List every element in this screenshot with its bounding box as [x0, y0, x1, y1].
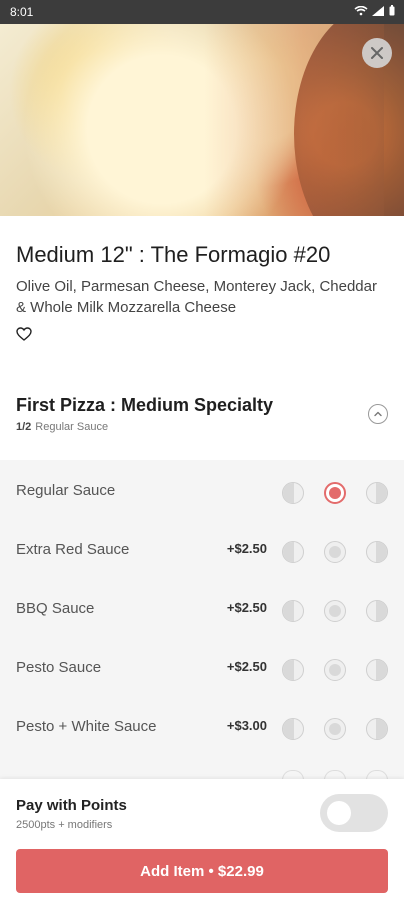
left-half-option[interactable] — [282, 600, 304, 622]
points-toggle[interactable] — [320, 794, 388, 832]
option-row[interactable]: BBQ Sauce +$2.50 — [0, 580, 404, 639]
collapse-button[interactable] — [368, 404, 388, 424]
option-price: +$2.50 — [226, 659, 267, 674]
option-row[interactable]: Pesto Sauce +$2.50 — [0, 639, 404, 698]
points-title: Pay with Points — [16, 797, 127, 814]
right-half-option[interactable] — [366, 659, 388, 681]
right-half-option[interactable] — [366, 541, 388, 563]
option-price: +$2.50 — [226, 541, 267, 556]
item-description: Olive Oil, Parmesan Cheese, Monterey Jac… — [16, 278, 377, 316]
whole-option[interactable] — [324, 541, 346, 563]
modifier-group-selection: Regular Sauce — [35, 421, 109, 433]
battery-icon — [389, 5, 395, 16]
points-subtitle: 2500pts + modifiers — [16, 819, 113, 831]
whole-option-selected[interactable] — [324, 482, 346, 504]
modifier-group-count: 1/2 — [16, 421, 32, 433]
heart-icon[interactable] — [16, 326, 32, 342]
status-icons — [354, 5, 396, 17]
option-row[interactable]: Pesto + White Sauce +$3.00 — [0, 698, 404, 757]
status-time: 8:01 — [10, 5, 34, 19]
whole-option[interactable] — [324, 718, 346, 740]
right-half-option[interactable] — [366, 600, 388, 622]
left-half-option[interactable] — [282, 541, 304, 563]
close-icon — [371, 47, 383, 59]
item-title: Medium 12" : The Formagio #20 — [16, 242, 331, 267]
toggle-knob — [327, 801, 351, 825]
whole-option[interactable] — [324, 600, 346, 622]
right-half-option[interactable] — [366, 482, 388, 504]
signal-icon — [372, 6, 384, 16]
sauce-options: Regular Sauce Extra Red Sauce +$2.50 BBQ… — [0, 460, 404, 785]
option-label: Extra Red Sauce — [16, 541, 130, 558]
left-half-option[interactable] — [282, 718, 304, 740]
option-row[interactable]: Regular Sauce — [0, 462, 404, 521]
left-half-option[interactable] — [282, 659, 304, 681]
modifier-group-header[interactable]: First Pizza : Medium Specialty 1/2 Regula… — [0, 378, 404, 460]
option-row[interactable]: Extra Red Sauce +$2.50 — [0, 521, 404, 580]
modifier-group-subtitle: 1/2 Regular Sauce — [16, 421, 108, 433]
modifier-group-title: First Pizza : Medium Specialty — [16, 395, 274, 415]
option-price: +$2.50 — [226, 600, 267, 615]
status-bar: 8:01 — [0, 0, 404, 24]
close-button[interactable] — [362, 38, 392, 68]
left-half-option[interactable] — [282, 482, 304, 504]
option-label: Regular Sauce — [16, 482, 116, 499]
option-label: BBQ Sauce — [16, 600, 95, 617]
checkout-panel: Pay with Points 2500pts + modifiers Add … — [0, 779, 404, 900]
whole-option[interactable] — [324, 659, 346, 681]
chevron-up-icon — [374, 411, 382, 417]
add-item-button[interactable]: Add Item • $22.99 — [16, 849, 388, 893]
option-price: +$3.00 — [226, 718, 267, 733]
wifi-icon — [354, 6, 368, 16]
option-label: Pesto + White Sauce — [16, 718, 157, 735]
option-label: Pesto Sauce — [16, 659, 102, 676]
right-half-option[interactable] — [366, 718, 388, 740]
pizza-image — [0, 24, 404, 216]
